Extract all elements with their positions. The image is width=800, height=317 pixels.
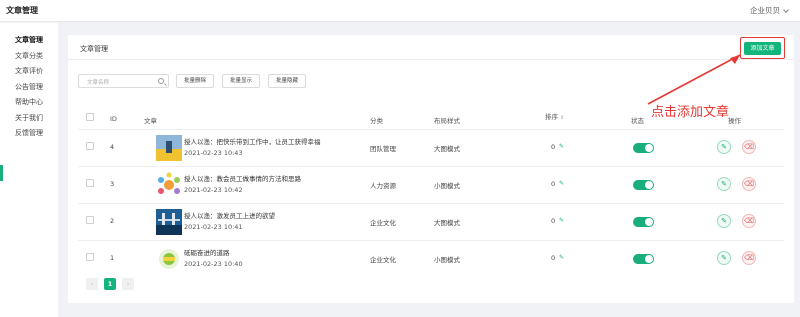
row-layout: 小图模式 [434,182,460,190]
article-thumbnail [156,246,182,272]
batch-hide-button[interactable]: 批量隐藏 [268,74,306,88]
col-category: 分类 [370,117,383,125]
table-row: 2 授人以渔：激发员工上进的欲望 2021-02-23 10:41 企业文化 大… [78,203,784,240]
row-id: 1 [110,254,115,262]
row-category: 团队管理 [370,145,396,153]
status-toggle[interactable] [633,180,654,190]
row-layout: 大图模式 [434,145,460,153]
article-date: 2021-02-23 10:43 [184,149,243,157]
sidebar-accent-bar [0,165,3,181]
edit-sort-icon[interactable]: ✎ [559,217,564,224]
col-article: 文章 [144,117,157,125]
status-toggle[interactable] [633,254,654,264]
card-title: 文章管理 [80,45,108,53]
col-layout: 布局样式 [434,117,460,125]
sidebar-item-article-category[interactable]: 文章分类 [0,49,58,65]
article-date: 2021-02-23 10:42 [184,186,243,194]
table-row: 1 砥砺奋进的道路 2021-02-23 10:40 企业文化 小图模式 0 ✎… [78,240,784,277]
article-title[interactable]: 授人以渔：激发员工上进的欲望 [184,210,275,220]
edit-icon[interactable]: ✎ [717,177,731,191]
page-1-button[interactable]: 1 [104,278,116,290]
row-layout: 小图模式 [434,256,460,264]
col-sort[interactable]: 排序 ⇕ [545,111,564,121]
annotation-text: 点击添加文章 [651,105,730,120]
col-id: ID [110,115,117,123]
sort-icon: ⇕ [560,115,565,121]
edit-icon[interactable]: ✎ [717,251,731,265]
prev-page-button[interactable]: ‹ [86,278,98,290]
next-page-button[interactable]: › [122,278,134,290]
edit-icon[interactable]: ✎ [717,140,731,154]
status-toggle[interactable] [633,217,654,227]
article-title[interactable]: 授人以渔：教会员工做事情的方法和思路 [184,173,301,183]
edit-sort-icon[interactable]: ✎ [559,143,564,150]
sidebar: 文章管理 文章分类 文章评价 公告管理 帮助中心 关于我们 反馈管理 [0,23,58,317]
row-checkbox[interactable] [86,253,94,261]
chevron-down-icon [783,6,789,13]
sidebar-item-notice[interactable]: 公告管理 [0,80,58,96]
row-checkbox[interactable] [86,179,94,187]
article-date: 2021-02-23 10:40 [184,260,243,268]
row-id: 4 [110,143,115,151]
col-sort-label: 排序 [545,113,558,121]
row-category: 企业文化 [370,256,396,264]
row-layout: 大图模式 [434,219,460,227]
app-title: 文章管理 [6,6,38,15]
batch-show-button[interactable]: 批量显示 [222,74,260,88]
row-checkbox[interactable] [86,216,94,224]
article-thumbnail [156,172,182,198]
search-placeholder: 文章名称 [87,80,110,86]
row-category: 人力资源 [370,182,396,190]
edit-sort-icon[interactable]: ✎ [559,180,564,187]
article-thumbnail [156,209,182,235]
status-toggle[interactable] [633,143,654,153]
row-id: 3 [110,180,115,188]
article-thumbnail [156,135,182,161]
edit-sort-icon[interactable]: ✎ [559,254,564,261]
batch-delete-button[interactable]: 批量删除 [176,74,214,88]
row-id: 2 [110,217,115,225]
delete-icon[interactable]: ⌫ [742,140,756,154]
article-date: 2021-02-23 10:41 [184,223,243,231]
row-sort: 0 [551,254,556,262]
sidebar-item-article-review[interactable]: 文章评价 [0,64,58,80]
sidebar-item-about[interactable]: 关于我们 [0,111,58,127]
row-sort: 0 [551,217,556,225]
delete-icon[interactable]: ⌫ [742,214,756,228]
sidebar-item-article-manage[interactable]: 文章管理 [0,33,58,49]
delete-icon[interactable]: ⌫ [742,251,756,265]
edit-icon[interactable]: ✎ [717,214,731,228]
user-menu[interactable]: 企业贝贝 [750,5,789,16]
sidebar-item-feedback[interactable]: 反馈管理 [0,126,58,142]
article-title[interactable]: 砥砺奋进的道路 [184,247,230,257]
user-name: 企业贝贝 [750,6,780,15]
row-category: 企业文化 [370,219,396,227]
row-sort: 0 [551,180,556,188]
row-sort: 0 [551,143,556,151]
delete-icon[interactable]: ⌫ [742,177,756,191]
select-all-checkbox[interactable] [86,113,94,121]
article-title[interactable]: 授人以渔：把快乐带到工作中，让员工获得幸福 [184,136,321,146]
table-row: 3 授人以渔：教会员工做事情的方法和思路 2021-02-23 10:42 人力… [78,166,784,203]
search-icon[interactable] [158,78,164,84]
top-bar: 文章管理 企业贝贝 [0,0,800,22]
table-row: 4 授人以渔：把快乐带到工作中，让员工获得幸福 2021-02-23 10:43… [78,129,784,166]
sidebar-item-help[interactable]: 帮助中心 [0,95,58,111]
row-checkbox[interactable] [86,142,94,150]
search-input[interactable]: 文章名称 [78,74,169,88]
